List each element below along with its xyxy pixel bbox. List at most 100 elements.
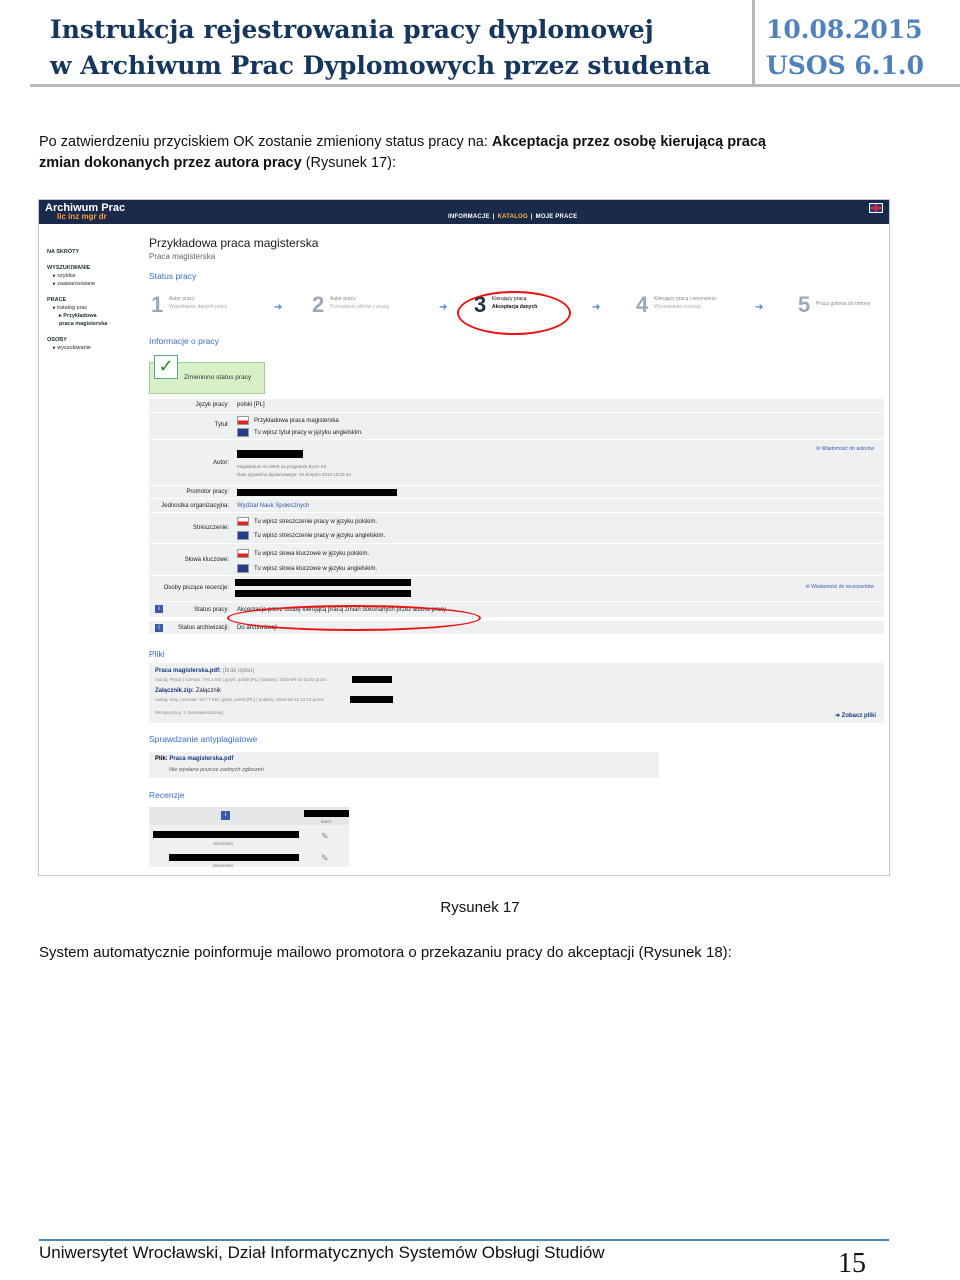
step-4-actor: Kierujący pracą i recenzenci	[654, 296, 717, 302]
main-content: Przykładowa praca magisterska Praca magi…	[149, 236, 884, 394]
sidebar-item-advanced[interactable]: ▸ zaawansowane	[47, 280, 137, 288]
english-flag-icon	[237, 531, 249, 540]
reviews-author-label: autor	[321, 819, 332, 824]
figure-caption: Rysunek 17	[440, 899, 520, 916]
see-files-button[interactable]: ➔ Zobacz pliki	[835, 712, 876, 719]
arrow-icon: ➔	[755, 302, 764, 313]
document-title-line2: w Archiwum Prac Dyplomowych przez studen…	[50, 51, 711, 80]
review-edit-icon[interactable]: ✎	[321, 831, 329, 842]
label-language: Język pracy:	[195, 402, 229, 408]
reviews-panel: i autor recenzent ✎ recenzent ✎	[149, 807, 349, 869]
author-exam-date: Data egzaminu dyplomowego: 10 sierpnia 2…	[237, 472, 351, 477]
review-row-1-role: recenzent	[213, 841, 233, 846]
header-version: USOS 6.1.0	[766, 51, 924, 80]
nav-informacje[interactable]: INFORMACJE	[448, 214, 490, 220]
review-row-2: recenzent ✎	[149, 849, 349, 869]
sidebar-item-sample-thesis[interactable]: ▸ Przykładowa praca magisterska	[47, 312, 109, 328]
file-2-link[interactable]: Załącznik.zip:	[155, 688, 194, 694]
page-subtitle: Praca magisterska	[149, 252, 216, 261]
file-1: Praca magisterska.pdf: (brak opisu)	[155, 668, 255, 674]
polish-flag-icon	[237, 416, 249, 425]
value-unit[interactable]: Wydział Nauk Społecznych	[237, 503, 309, 509]
author-program: Magisterium na WNS na programie EU-K-S3	[237, 464, 327, 469]
polish-flag-icon	[237, 517, 249, 526]
label-status: Status pracy:	[193, 607, 229, 613]
review-edit-icon[interactable]: ✎	[321, 853, 329, 864]
row-language: Język pracy: polski [PL]	[149, 399, 884, 413]
row-promoter: Promotor pracy:	[149, 486, 884, 499]
highlight-ring-step3	[457, 291, 571, 335]
header-separator	[752, 0, 755, 86]
value-keywords-pl: Tu wpisz słowa kluczowe w języku polskim…	[237, 549, 369, 558]
value-title-pl: Przykładowa praca magisterska	[237, 416, 339, 425]
message-reviewers-link[interactable]: ✉ Wiadomość do recenzentów	[806, 584, 874, 590]
sidebar-heading-theses: PRACE	[47, 297, 67, 303]
intro-text-c: (Rysunek 17):	[301, 155, 396, 171]
redacted-block	[352, 676, 392, 683]
sidebar-item-catalog[interactable]: ▸ katalog prac	[47, 304, 137, 312]
english-flag-icon[interactable]	[869, 203, 883, 213]
label-unit: Jednostka organizacyjna:	[161, 503, 229, 509]
header-meta: 10.08.2015 USOS 6.1.0	[766, 12, 924, 84]
sidebar-item-people-search[interactable]: ▸ wyszukiwanie	[47, 344, 137, 352]
message-authors-link[interactable]: ✉ Wiadomość do autorów	[816, 446, 874, 452]
step-1-task: Wypełnianie danych pracy	[169, 304, 228, 310]
redacted-block	[235, 579, 411, 586]
reviews-heading: Recenzje	[149, 790, 185, 800]
reviews-header-row: i autor	[149, 807, 349, 825]
english-flag-icon	[237, 564, 249, 573]
nav-moje-prace[interactable]: MOJE PRACE	[536, 214, 578, 220]
intro-text-b: zmian dokonanych przez autora pracy	[39, 155, 302, 171]
label-keywords: Słowa kluczowe:	[184, 557, 229, 563]
file-2: Załącznik.zip: Załącznik	[155, 688, 222, 694]
label-promoter: Promotor pracy:	[186, 489, 229, 495]
arrow-icon: ➔	[274, 302, 283, 313]
app-topbar: Archiwum Prac lic inz mgr dr INFORMACJE |…	[39, 200, 889, 224]
step-5-number: 5	[798, 292, 811, 317]
footer-rule	[39, 1239, 889, 1241]
file-1-link[interactable]: Praca magisterska.pdf:	[155, 668, 221, 674]
redacted-block	[169, 854, 299, 861]
files-panel: Praca magisterska.pdf: (brak opisu) rodz…	[149, 663, 884, 723]
file-versions: Wersja pracy: 1 (niezatwierdzona)	[155, 710, 223, 715]
sidebar-heading-shortcuts[interactable]: NA SKRÓTY	[47, 248, 137, 256]
polish-flag-icon	[237, 549, 249, 558]
status-changed-notice: ✓ Zmieniono status pracy	[149, 355, 265, 394]
label-title: Tytuł:	[214, 422, 229, 428]
antiplagiarism-file: Plik: Praca magisterska.pdf	[155, 756, 234, 762]
value-title-en: Tu wpisz tytuł pracy w języku angielskim…	[237, 428, 363, 437]
redacted-block	[237, 489, 397, 496]
step-2-number: 2	[312, 292, 325, 317]
sidebar: NA SKRÓTY WYSZUKIWANIE ▸ szybkie ▸ zaawa…	[47, 240, 137, 352]
row-reviewers: Osoby piszące recenzje: ✉ Wiadomość do r…	[149, 576, 884, 602]
antiplagiarism-note: Nie wysłane jeszcze żadnych zgłoszeń	[169, 767, 264, 773]
app-nav: INFORMACJE | KATALOG | MOJE PRACE	[448, 214, 578, 220]
redacted-block	[304, 810, 349, 817]
step-4-task: Wystawianie recenzji	[654, 304, 701, 310]
header-date: 10.08.2015	[766, 15, 923, 44]
label-author: Autor:	[212, 460, 229, 466]
antiplagiarism-file-link[interactable]: Praca magisterska.pdf	[169, 756, 233, 762]
antiplagiarism-heading: Sprawdzanie antyplagiatowe	[149, 734, 258, 744]
row-title: Tytuł: Przykładowa praca magisterska Tu …	[149, 413, 884, 440]
label-reviewers: Osoby piszące recenzje:	[163, 585, 229, 591]
nav-katalog[interactable]: KATALOG	[498, 214, 528, 220]
redacted-block	[235, 590, 411, 597]
files-heading: Pliki	[149, 649, 165, 659]
info-heading: Informacje o pracy	[149, 336, 219, 346]
file-2-meta: rodzaj: Inny | rozmiar: 847,7 KB | język…	[155, 697, 324, 702]
value-keywords-en: Tu wpisz słowa kluczowe w języku angiels…	[237, 564, 377, 573]
intro-text-bold: Akceptacja przez osobę kierującą pracą	[491, 134, 766, 150]
redacted-block	[350, 696, 393, 703]
footer-text: Uniwersytet Wrocławski, Dział Informatyc…	[39, 1243, 605, 1262]
page-number: 15	[838, 1248, 866, 1279]
sidebar-heading-search: WYSZUKIWANIE	[47, 265, 91, 271]
step-1-number: 1	[151, 292, 164, 317]
step-5-label: Praca gotowa do obrony	[816, 301, 871, 307]
antiplagiarism-panel: Plik: Praca magisterska.pdf Nie wysłane …	[149, 752, 659, 778]
arrow-icon: ➔	[439, 302, 448, 313]
body-paragraph: System automatycznie poinformuje mailowo…	[39, 944, 732, 961]
redacted-block	[237, 450, 303, 458]
sidebar-item-quick[interactable]: ▸ szybkie	[47, 272, 137, 280]
value-abstract-pl: Tu wpisz streszczenie pracy w języku pol…	[237, 517, 377, 526]
